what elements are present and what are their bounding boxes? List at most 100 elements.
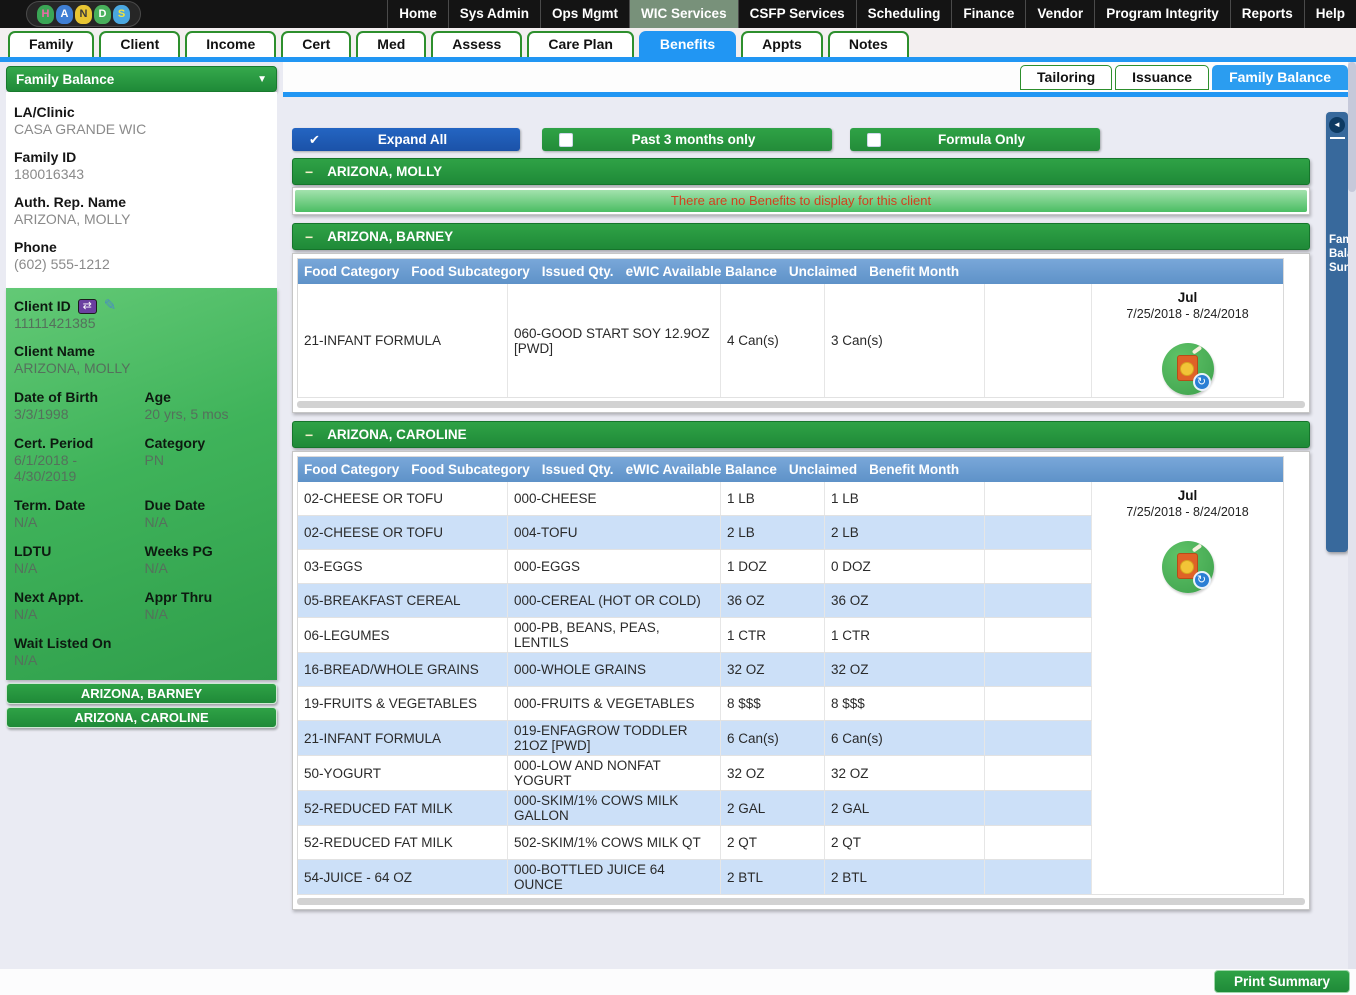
top-nav-item[interactable]: Program Integrity <box>1094 0 1230 28</box>
top-nav-item[interactable]: Ops Mgmt <box>540 0 629 28</box>
food-subcategory-cell: 000-WHOLE GRAINS <box>508 653 721 686</box>
issued-qty-cell: 32 OZ <box>721 756 825 790</box>
collapse-left-arrow-icon[interactable]: ◄ <box>1329 117 1345 133</box>
print-summary-button[interactable]: Print Summary <box>1214 970 1350 993</box>
top-nav-item[interactable]: Finance <box>951 0 1025 28</box>
issued-qty-cell: 2 LB <box>721 516 825 549</box>
section-header-caroline[interactable]: − ARIZONA, CAROLINE <box>292 421 1310 448</box>
table-row: 50-YOGURT 000-LOW AND NONFAT YOGURT 32 O… <box>298 756 1092 791</box>
unclaimed-cell <box>985 826 1092 859</box>
client-card: Client ID ⇄ ✎ 11111421385 Client Name AR… <box>6 288 277 680</box>
main-area: TailoringIssuanceFamily Balance ✔ Expand… <box>283 62 1348 995</box>
panel-label-line: Bala <box>1329 247 1348 261</box>
top-nav-item[interactable]: WIC Services <box>629 0 738 28</box>
transfer-client-icon[interactable]: ⇄ <box>78 299 97 314</box>
view-tab[interactable]: Issuance <box>1115 65 1209 90</box>
refresh-badge-icon: ↻ <box>1193 373 1211 391</box>
horizontal-scrollbar[interactable] <box>297 898 1305 905</box>
field-label: Category <box>145 435 270 451</box>
module-tab[interactable]: Client <box>99 31 180 57</box>
chevron-down-icon[interactable]: ▼ <box>257 74 267 85</box>
past-3-months-button[interactable]: Past 3 months only <box>542 128 832 151</box>
client-field: Date of Birth 3/3/1998 <box>14 389 139 422</box>
top-nav-item[interactable]: Scheduling <box>856 0 952 28</box>
checkbox-icon <box>867 133 881 147</box>
view-tab[interactable]: Tailoring <box>1020 65 1112 90</box>
hands-logo-letter: S <box>113 5 130 24</box>
column-header: Issued Qty. <box>536 457 620 482</box>
table-rows: 02-CHEESE OR TOFU 000-CHEESE 1 LB 1 LB 0… <box>298 482 1092 895</box>
family-member-button[interactable]: ARIZONA, BARNEY <box>6 683 277 704</box>
unclaimed-cell <box>985 756 1092 790</box>
module-tab[interactable]: Cert <box>281 31 351 57</box>
food-category-cell: 16-BREAD/WHOLE GRAINS <box>298 653 508 686</box>
formula-only-button[interactable]: Formula Only <box>850 128 1100 151</box>
food-subcategory-cell: 019-ENFAGROW TODDLER 21OZ [PWD] <box>508 721 721 755</box>
field-label: Date of Birth <box>14 389 139 405</box>
ewic-balance-cell: 2 BTL <box>825 860 985 894</box>
field-value: ARIZONA, MOLLY <box>14 211 269 227</box>
module-tab[interactable]: Appts <box>741 31 823 57</box>
client-field: Next Appt. N/A <box>14 589 139 622</box>
module-tab[interactable]: Notes <box>828 31 909 57</box>
field-label: Due Date <box>145 497 270 513</box>
module-tab[interactable]: Benefits <box>639 31 736 57</box>
field-value: 20 yrs, 5 mos <box>145 406 270 422</box>
food-category-cell: 06-LEGUMES <box>298 618 508 652</box>
field-value: N/A <box>145 606 270 622</box>
minus-icon[interactable]: − <box>305 164 313 180</box>
field-value: PN <box>145 452 270 468</box>
food-subcategory-cell: 060-GOOD START SOY 12.9OZ [PWD] <box>508 284 721 397</box>
module-tab[interactable]: Family <box>8 31 94 57</box>
hands-logo-letter: A <box>56 5 73 24</box>
client-field: Weeks PG N/A <box>145 543 270 576</box>
family-balance-summary-panel[interactable]: ◄ FamBalaSum <box>1326 112 1348 552</box>
sidebar-panel-select[interactable]: Family Balance ▼ <box>6 66 277 92</box>
module-tab[interactable]: Income <box>185 31 276 57</box>
minus-icon[interactable]: − <box>305 427 313 443</box>
no-benefits-message: There are no Benefits to display for thi… <box>295 190 1307 212</box>
edit-client-icon[interactable]: ✎ <box>104 299 117 313</box>
top-nav-item[interactable]: CSFP Services <box>738 0 856 28</box>
top-nav-item[interactable]: Home <box>387 0 448 28</box>
section-header-molly[interactable]: − ARIZONA, MOLLY <box>292 158 1310 185</box>
minus-icon[interactable]: − <box>305 229 313 245</box>
top-nav-item[interactable]: Vendor <box>1025 0 1094 28</box>
horizontal-scrollbar[interactable] <box>297 401 1305 408</box>
ewic-balance-cell: 2 QT <box>825 826 985 859</box>
top-nav-item[interactable]: Reports <box>1230 0 1304 28</box>
top-nav-item[interactable]: Help <box>1304 0 1356 28</box>
food-benefits-icon[interactable]: ↻ <box>1162 343 1214 395</box>
client-fields-grid: Client Name ARIZONA, MOLLY Date of Birth… <box>14 343 269 668</box>
top-nav-item[interactable]: Sys Admin <box>448 0 540 28</box>
field-value: N/A <box>14 652 269 668</box>
scrollbar-thumb[interactable] <box>1348 62 1356 192</box>
module-tab[interactable]: Assess <box>431 31 522 57</box>
hands-wic-app: HANDS HomeSys AdminOps MgmtWIC ServicesC… <box>0 0 1356 995</box>
panel-label-line: Sum <box>1329 261 1348 275</box>
footer-bar <box>0 969 1356 995</box>
field-value: N/A <box>145 560 270 576</box>
vertical-scrollbar[interactable] <box>1348 62 1356 995</box>
column-header: eWIC Available Balance <box>620 457 783 482</box>
section-header-barney[interactable]: − ARIZONA, BARNEY <box>292 223 1310 250</box>
table-row: 21-INFANT FORMULA 019-ENFAGROW TODDLER 2… <box>298 721 1092 756</box>
food-category-cell: 21-INFANT FORMULA <box>298 284 508 397</box>
food-benefits-icon[interactable]: ↻ <box>1162 541 1214 593</box>
issued-qty-cell: 36 OZ <box>721 584 825 617</box>
module-tab[interactable]: Care Plan <box>527 31 634 57</box>
ewic-balance-cell: 8 $$$ <box>825 687 985 720</box>
food-category-cell: 21-INFANT FORMULA <box>298 721 508 755</box>
field-label: Weeks PG <box>145 543 270 559</box>
hands-logo-letter: N <box>75 5 92 24</box>
toggle-label: Past 3 months only <box>573 132 832 147</box>
issued-qty-cell: 2 BTL <box>721 860 825 894</box>
view-tab[interactable]: Family Balance <box>1212 65 1348 90</box>
family-member-button[interactable]: ARIZONA, CAROLINE <box>6 707 277 728</box>
expand-all-button[interactable]: ✔ Expand All <box>292 128 520 151</box>
benefit-month-range: 7/25/2018 - 8/24/2018 <box>1092 307 1283 321</box>
table-row: 06-LEGUMES 000-PB, BEANS, PEAS, LENTILS … <box>298 618 1092 653</box>
client-field: Cert. Period 6/1/2018 - 4/30/2019 <box>14 435 139 484</box>
module-tab[interactable]: Med <box>356 31 426 57</box>
field-label: Phone <box>14 239 269 255</box>
